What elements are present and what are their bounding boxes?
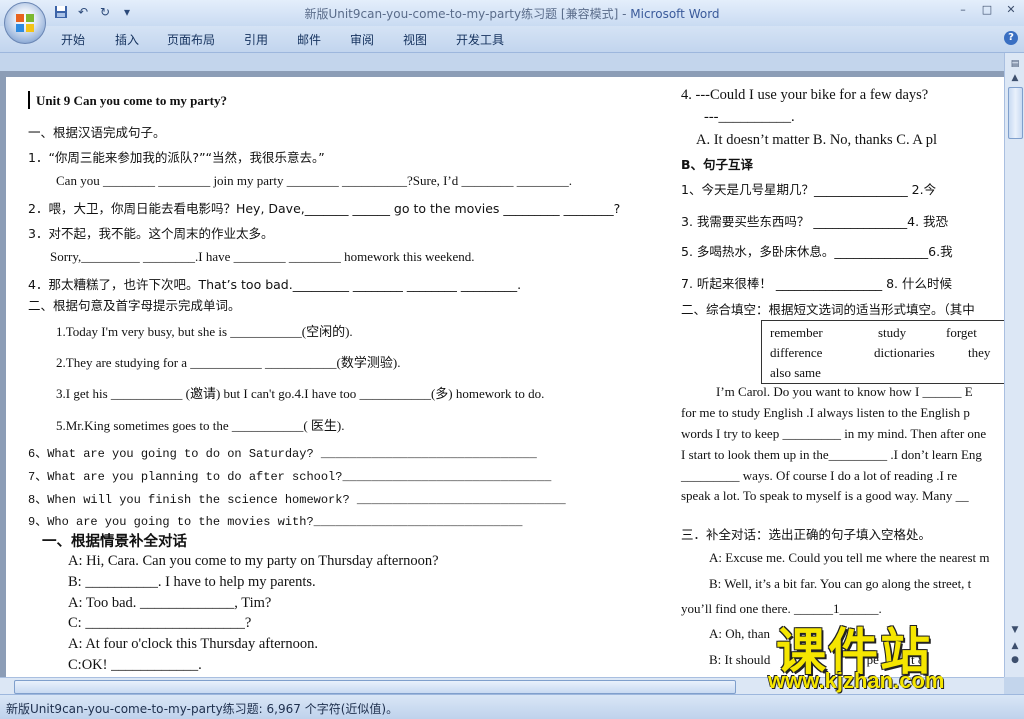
close-button[interactable]: ✕ <box>1002 2 1020 18</box>
section-title: 二、根据句意及首字母提示完成单词。 <box>28 298 241 313</box>
ruler-band <box>0 53 1004 71</box>
watermark-url: www.kjzhan.com <box>768 668 945 693</box>
answer-line: ---__________. <box>704 109 795 125</box>
dialog-line: A: Hi, Cara. Can you come to my party on… <box>68 553 439 569</box>
dialog-line: C: ______________________? <box>68 615 252 631</box>
question-line: 2.They are studying for a ___________ __… <box>56 355 401 370</box>
word-bank-cell: study <box>878 325 907 340</box>
tab-mailings[interactable]: 邮件 <box>297 31 321 48</box>
options-line: A. It doesn’t matter B. No, thanks C. A … <box>696 132 937 148</box>
question-line: 1、今天是几号星期几？_______________ 2.今 <box>681 182 937 197</box>
question-line: 5.Mr.King sometimes goes to the ________… <box>56 418 345 433</box>
question-line: 3. 我需要买些东西吗？ _______________4. 我恐 <box>681 214 949 229</box>
question-line: 6、What are you going to do on Saturday? … <box>28 447 537 461</box>
document-page[interactable]: Unit 9 Can you come to my party? 一、根据汉语完… <box>6 77 1004 677</box>
dialog-line: A: Too bad. _____________, Tim? <box>68 595 272 611</box>
word-bank-cell: remember <box>770 325 823 340</box>
question-line: 8、When will you finish the science homew… <box>28 493 566 507</box>
dialog-line: A: At four o'clock this Thursday afterno… <box>68 636 319 652</box>
section-title: 一、根据汉语完成句子。 <box>28 125 166 140</box>
tab-insert[interactable]: 插入 <box>115 31 139 48</box>
dialog-line: B: It should <box>709 652 771 667</box>
horizontal-scroll-thumb[interactable] <box>14 680 736 694</box>
dialog-line: A: Excuse me. Could you tell me where th… <box>709 550 990 565</box>
text-cursor <box>28 91 30 109</box>
answer-line: Sorry,_________ ________.I have ________… <box>50 249 475 264</box>
tab-developer[interactable]: 开发工具 <box>456 31 504 48</box>
dialog-line: C:OK! ____________. <box>68 657 202 673</box>
word-bank-cell: also same <box>770 365 821 380</box>
dialog-line: B: Well, it’s a bit far. You can go alon… <box>709 576 972 591</box>
vertical-scroll-thumb[interactable] <box>1008 87 1023 139</box>
vertical-scrollbar[interactable]: ▤ ▲ ▼ ▲ ● <box>1004 53 1024 677</box>
status-bar: 新版Unit9can-you-come-to-my-party练习题: 6,96… <box>0 694 1024 719</box>
window-title: 新版Unit9can-you-come-to-my-party练习题 [兼容模式… <box>304 7 720 21</box>
office-button[interactable] <box>4 2 46 44</box>
dialog-line: B: __________. I have to help my parents… <box>68 574 316 590</box>
scroll-up-icon[interactable]: ▲ <box>1007 71 1023 85</box>
passage-line: for me to study English .I always listen… <box>681 405 970 420</box>
word-bank-cell: dictionaries <box>874 345 935 360</box>
word-bank-cell: difference <box>770 345 823 360</box>
word-bank-table: remember study forget difference diction… <box>761 320 1004 384</box>
passage-line: I start to look them up in the_________ … <box>681 447 982 462</box>
question-line: 3．对不起，我不能。这个周末的作业太多。 <box>28 226 274 241</box>
office-logo-icon <box>16 14 34 32</box>
window-controls: – □ ✕ <box>954 2 1020 18</box>
question-line: 7. 听起来很棒！ _________________ 8. 什么时候 <box>681 276 952 291</box>
question-line: 9、Who are you going to the movies with?_… <box>28 515 523 529</box>
status-text: 新版Unit9can-you-come-to-my-party练习题: 6,96… <box>6 702 399 716</box>
minimize-button[interactable]: – <box>954 2 972 18</box>
section-title: 一、根据情景补全对话 <box>42 534 187 550</box>
question-line: 1.Today I'm very busy, but she is ______… <box>56 324 353 339</box>
section-title: 三．补全对话：选出正确的句子填入空格处。 <box>681 527 932 542</box>
document-area[interactable]: Unit 9 Can you come to my party? 一、根据汉语完… <box>0 71 1004 677</box>
help-icon[interactable]: ? <box>1004 31 1018 45</box>
doc-heading: Unit 9 Can you come to my party? <box>36 93 228 108</box>
section-title: B、句子互译 <box>681 157 754 172</box>
passage-line: I’m Carol. Do you want to know how I ___… <box>716 384 973 399</box>
tab-view[interactable]: 视图 <box>403 31 427 48</box>
dialog-line: A: Oh, than <box>709 626 771 641</box>
ruler-toggle-icon[interactable]: ▤ <box>1007 57 1023 71</box>
passage-line: _________ ways. Of course I do a lot of … <box>681 468 958 483</box>
question-line: 4．那太糟糕了，也许下次吧。That’s too bad._________ _… <box>28 277 522 292</box>
maximize-button[interactable]: □ <box>978 2 996 18</box>
question-line: 3.I get his ___________ (邀请) but I can't… <box>56 386 545 401</box>
question-line: 5. 多喝热水，多卧床休息。_______________6.我 <box>681 244 953 259</box>
ribbon-tabs: 开始 插入 页面布局 引用 邮件 审阅 视图 开发工具 ? <box>0 26 1024 53</box>
title-bar: ↶ ↻ ▾ 新版Unit9can-you-come-to-my-party练习题… <box>0 0 1024 26</box>
word-bank-cell: they <box>968 345 991 360</box>
question-line: 1．“你周三能来参加我的派队?”“当然，我很乐意去。” <box>28 150 325 165</box>
word-bank-cell: forget <box>946 325 977 340</box>
passage-line: speak a lot. To speak to myself is a goo… <box>681 488 969 503</box>
section-title: 二、综合填空：根据短文选词的适当形式填空。（其中 <box>681 302 975 317</box>
question-line: 7、What are you planning to do after scho… <box>28 470 552 484</box>
question-line: 2．喂，大卫，你周日能去看电影吗？Hey, Dave,_______ _____… <box>28 201 621 216</box>
question-line: 4. ---Could I use your bike for a few da… <box>681 87 929 103</box>
tab-home[interactable]: 开始 <box>61 31 85 48</box>
tab-page-layout[interactable]: 页面布局 <box>167 31 215 48</box>
answer-line: Can you ________ ________ join my party … <box>56 173 572 188</box>
tab-references[interactable]: 引用 <box>244 31 268 48</box>
passage-line: words I try to keep _________ in my mind… <box>681 426 987 441</box>
watermark-logo: 课件站 www.kjzhan.com <box>768 612 1018 694</box>
tab-review[interactable]: 审阅 <box>350 31 374 48</box>
